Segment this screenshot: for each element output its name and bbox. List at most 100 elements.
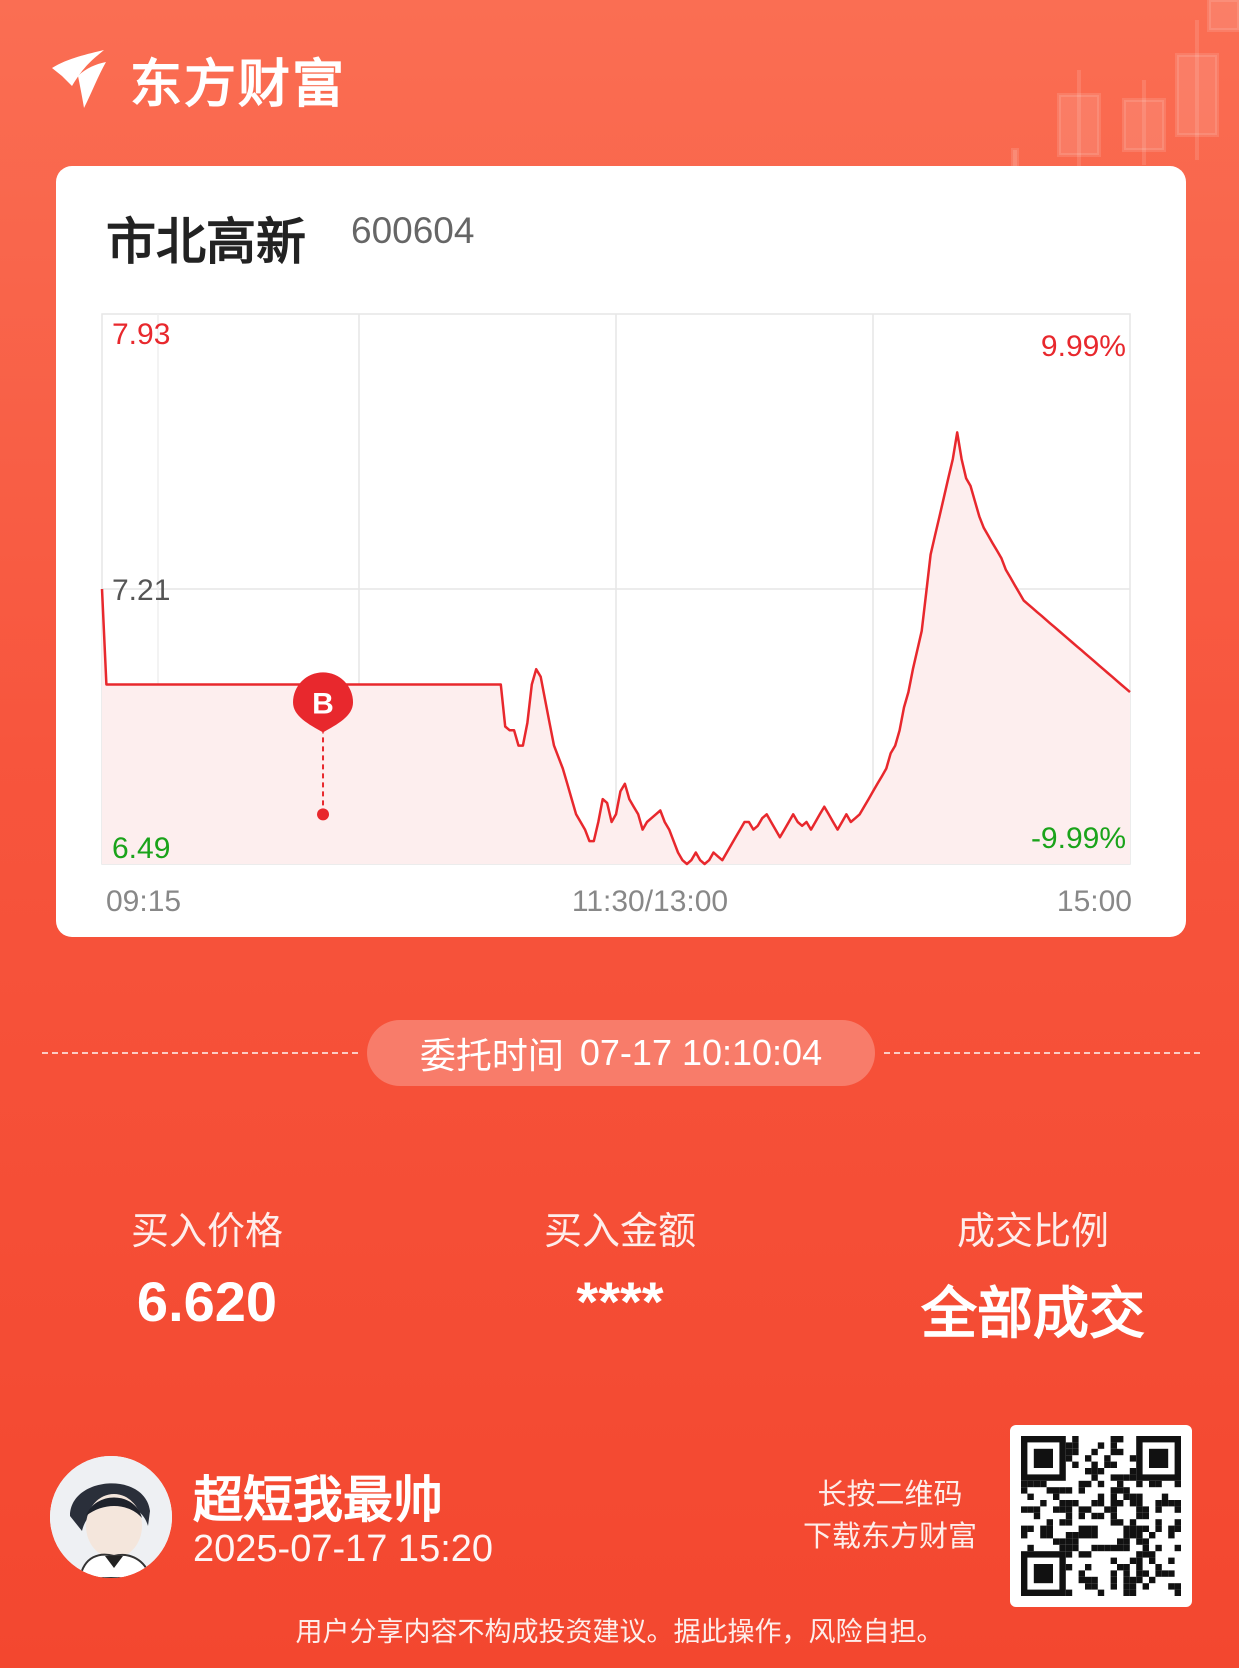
qr-hint: 长按二维码 下载东方财富 [780,1474,1000,1558]
qr-module [1142,1551,1149,1558]
qr-module [1040,1532,1047,1539]
qr-module [1142,1570,1149,1577]
qr-module [1027,1493,1034,1500]
qr-module [1110,1512,1117,1520]
qr-module [1168,1532,1175,1539]
qr-hint-line2: 下载东方财富 [802,1521,977,1553]
qr-module [1059,1506,1066,1513]
qr-module [1065,1589,1073,1596]
qr-module [1174,1480,1181,1488]
qr-module [1078,1512,1085,1520]
qr-module [1072,1436,1079,1443]
qr-module [1091,1474,1098,1481]
qr-module [1065,1455,1073,1462]
qr-module [1040,1500,1047,1507]
qr-finder [1033,1448,1053,1468]
username: 超短我最帅 [193,1472,443,1528]
qr-module [1117,1519,1124,1526]
qr-module [1110,1570,1117,1577]
qr-module [1142,1525,1149,1532]
qr-module [1149,1576,1156,1584]
divider-left [42,1052,358,1054]
x-tick-close: 15:00 [1057,885,1132,918]
qr-module [1065,1487,1073,1494]
qr-module [1155,1544,1162,1552]
y-label-right-min: -9.99% [1031,822,1126,855]
qr-module [1059,1538,1066,1545]
qr-module [1110,1519,1117,1526]
qr-code[interactable] [1010,1425,1192,1607]
x-tick-midday: 11:30/13:00 [572,885,728,918]
qr-module [1136,1570,1143,1577]
qr-module [1129,1519,1137,1526]
qr-module [1161,1493,1169,1500]
avatar[interactable] [50,1456,172,1578]
qr-module [1149,1551,1156,1558]
qr-module [1104,1506,1111,1513]
qr-module [1155,1506,1162,1513]
x-tick-open: 09:15 [106,885,181,918]
qr-module [1046,1487,1053,1494]
qr-module [1021,1525,1028,1532]
qr-module [1078,1480,1085,1488]
qr-module [1065,1500,1073,1507]
qr-module [1021,1532,1028,1539]
qr-module [1142,1544,1149,1552]
qr-module [1085,1480,1092,1488]
qr-module [1123,1570,1130,1577]
qr-module [1168,1583,1175,1590]
qr-module [1110,1500,1117,1507]
qr-module [1129,1525,1137,1532]
qr-module [1053,1493,1060,1500]
qr-module [1129,1500,1137,1507]
qr-code-icon [1021,1436,1181,1596]
qr-module [1168,1500,1175,1507]
qr-module [1065,1512,1073,1520]
qr-module [1097,1468,1105,1475]
qr-module [1065,1551,1073,1558]
qr-module [1110,1493,1117,1500]
qr-module [1136,1506,1143,1513]
qr-module [1110,1448,1117,1456]
qr-module [1110,1557,1117,1564]
qr-module [1117,1448,1124,1456]
qr-module [1021,1480,1028,1488]
buy-marker-dot [317,808,330,821]
stat-label: 买入价格 [130,1211,283,1253]
qr-module [1078,1525,1085,1532]
qr-module [1078,1532,1085,1539]
stat-label: 成交比例 [956,1211,1109,1253]
qr-module [1072,1544,1079,1552]
brand-name: 东方财富 [130,55,347,114]
qr-module [1065,1544,1073,1552]
qr-module [1136,1576,1143,1584]
stock-chart-card: 市北高新 600604 B 7.93 7.21 6.49 9.99% -9.99… [56,166,1186,937]
qr-module [1174,1525,1181,1532]
order-time-pill: 委托时间 07-17 10:10:04 [367,1020,875,1086]
qr-module [1091,1576,1098,1584]
qr-module [1065,1532,1073,1539]
qr-module [1136,1525,1143,1532]
qr-module [1097,1500,1105,1507]
qr-module [1155,1519,1162,1526]
qr-module [1129,1589,1137,1596]
decorative-candles [1011,0,1239,180]
qr-module [1053,1506,1060,1513]
qr-module [1053,1487,1060,1494]
y-label-mid: 7.21 [112,574,170,607]
qr-module [1142,1512,1149,1520]
qr-module [1085,1564,1092,1571]
qr-module [1129,1493,1137,1500]
qr-module [1168,1557,1175,1564]
qr-module [1117,1544,1124,1552]
qr-module [1123,1487,1130,1494]
divider-right [884,1052,1200,1054]
qr-module [1155,1480,1162,1488]
qr-module [1110,1576,1117,1584]
qr-module [1040,1525,1047,1532]
qr-module [1174,1500,1181,1507]
qr-module [1097,1493,1105,1500]
qr-module [1168,1570,1175,1577]
qr-module [1065,1538,1073,1545]
qr-module [1161,1570,1169,1577]
